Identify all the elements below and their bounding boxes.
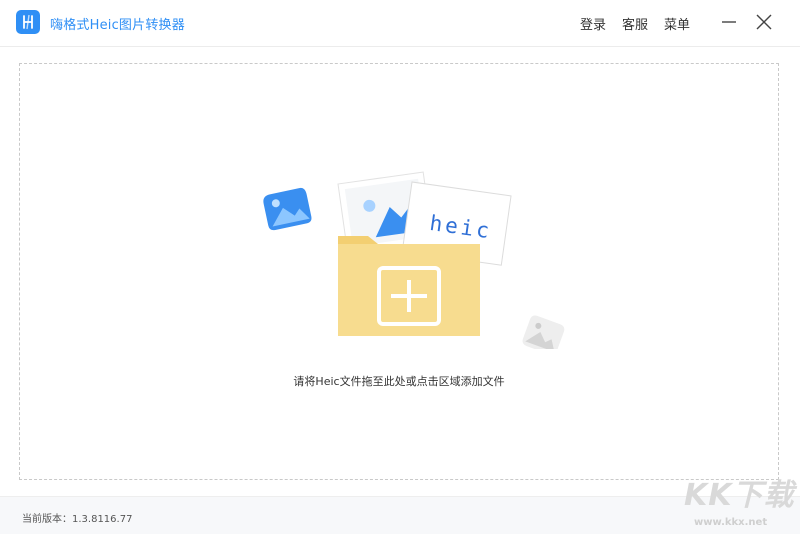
grey-image-icon (522, 315, 565, 349)
file-drop-zone[interactable]: heic 请将Heic文件拖至此处或点击区域添加文件 (19, 63, 779, 480)
title-bar: 嗨格式Heic图片转换器 登录 客服 菜单 (0, 0, 800, 47)
kkx-watermark: KK下载 www.kkx.net (684, 479, 794, 531)
close-icon (756, 14, 772, 30)
close-button[interactable] (753, 11, 775, 33)
app-title: 嗨格式Heic图片转换器 (50, 18, 185, 33)
app-logo-icon (16, 10, 40, 34)
customer-service-link[interactable]: 客服 (622, 14, 648, 33)
version-label: 当前版本：1.3.8116.77 (22, 514, 133, 525)
minimize-icon (722, 21, 736, 23)
status-bar: 当前版本：1.3.8116.77 (0, 496, 800, 534)
add-files-illustration: heic (263, 171, 565, 349)
watermark-logo-text: KK下载 (684, 478, 795, 513)
watermark-url: www.kkx.net (694, 517, 768, 528)
minimize-button[interactable] (718, 11, 740, 33)
drop-hint-text: 请将Heic文件拖至此处或点击区域添加文件 (293, 375, 505, 388)
blue-image-icon (263, 187, 312, 231)
login-link[interactable]: 登录 (580, 14, 606, 33)
menu-link[interactable]: 菜单 (664, 14, 690, 33)
